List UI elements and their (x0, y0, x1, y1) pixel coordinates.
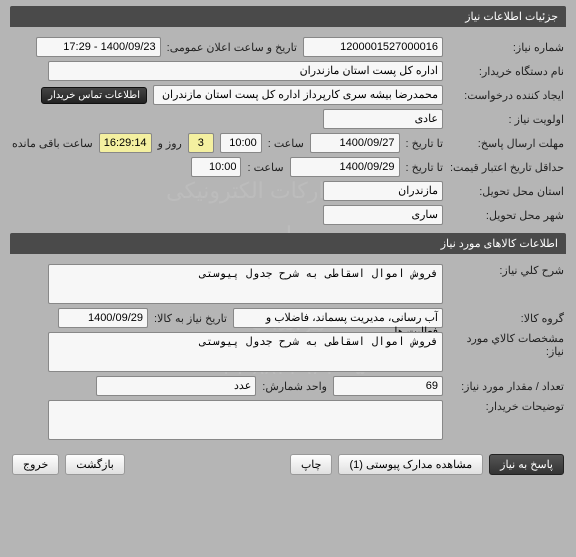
announce-value: 1400/09/23 - 17:29 (36, 37, 161, 57)
to-date-lbl-2: تا تاریخ : (406, 161, 443, 174)
spec-value (48, 332, 443, 372)
group-label: گروه کالا: (449, 312, 564, 325)
buyer-notes-label: توضیحات خریدار: (449, 400, 564, 413)
time-lbl-1: ساعت : (268, 137, 304, 150)
to-date-lbl-1: تا تاریخ : (406, 137, 443, 150)
need-date-label: تاریخ نیاز به کالا: (154, 312, 227, 325)
need-number: 1200001527000016 (303, 37, 443, 57)
city-label: شهر محل تحویل: (449, 209, 564, 222)
province-label: استان محل تحویل: (449, 185, 564, 198)
qty-label: تعداد / مقدار مورد نیاز: (449, 380, 564, 393)
deadline-label: مهلت ارسال پاسخ: (449, 137, 564, 150)
goods-section-header: اطلاعات کالاهای مورد نیاز (10, 233, 566, 254)
qty-value: 69 (333, 376, 443, 396)
attachments-button[interactable]: مشاهده مدارک پیوستی (1) (338, 454, 483, 475)
deadline-time: 10:00 (220, 133, 262, 153)
days-lbl: روز و (158, 137, 182, 150)
group-value: آب رسانی، مدیریت پسماند، فاضلاب و فعالیت… (233, 308, 443, 328)
need-date-value: 1400/09/29 (58, 308, 148, 328)
validity-label: حداقل تاریخ اعتبار قیمت: (449, 161, 564, 174)
priority-value: عادی (323, 109, 443, 129)
spec-label: مشخصات کالاي مورد نیاز: (449, 332, 564, 358)
requester-value: محمدرضا بیشه سری کارپرداز اداره کل پست ا… (153, 85, 443, 105)
priority-label: اولویت نیاز : (449, 113, 564, 126)
remain-days: 3 (188, 133, 214, 153)
buyer-notes-value (48, 400, 443, 440)
respond-button[interactable]: پاسخ به نیاز (489, 454, 564, 475)
time-lbl-2: ساعت : (247, 161, 283, 174)
contact-buyer-button[interactable]: اطلاعات تماس خریدار (41, 87, 147, 104)
requester-label: ایجاد کننده درخواست: (449, 89, 564, 102)
announce-label: تاریخ و ساعت اعلان عمومی: (167, 41, 297, 54)
remain-time: 16:29:14 (99, 133, 152, 153)
unit-value: عدد (96, 376, 256, 396)
deadline-date: 1400/09/27 (310, 133, 400, 153)
need-number-label: شماره نیاز: (449, 41, 564, 54)
unit-label: واحد شمارش: (262, 380, 327, 393)
city-value: ساری (323, 205, 443, 225)
need-section-header: جزئیات اطلاعات نیاز (10, 6, 566, 27)
buyer-value: اداره کل پست استان مازندران (48, 61, 443, 81)
print-button[interactable]: چاپ (290, 454, 333, 475)
province-value: مازندران (323, 181, 443, 201)
buyer-label: نام دستگاه خریدار: (449, 65, 564, 78)
validity-date: 1400/09/29 (290, 157, 400, 177)
button-row: پاسخ به نیاز مشاهده مدارک پیوستی (1) چاپ… (10, 448, 566, 481)
general-label: شرح کلي نیاز: (449, 264, 564, 277)
remain-lbl: ساعت باقی مانده (12, 137, 93, 150)
general-value (48, 264, 443, 304)
validity-time: 10:00 (191, 157, 241, 177)
back-button[interactable]: بازگشت (65, 454, 125, 475)
exit-button[interactable]: خروج (12, 454, 59, 475)
